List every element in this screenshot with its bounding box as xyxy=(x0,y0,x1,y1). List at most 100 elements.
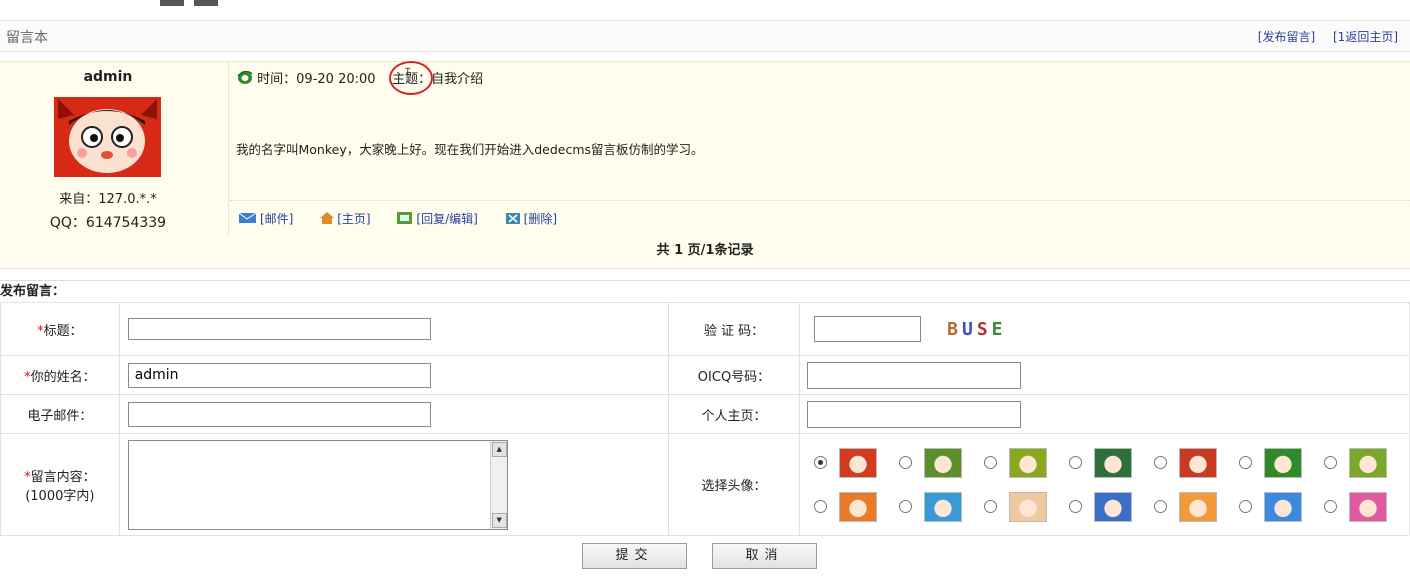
post-message-link[interactable]: [发布留言] xyxy=(1258,30,1315,44)
homepage-link[interactable]: [主页] xyxy=(337,212,370,226)
message-entry: admin 来自：127.0.*.* QQ：614754339 时间：09-20… xyxy=(0,61,1410,237)
message-meta: 时间：09-20 20:00 主题：自我介绍 Ɪ xyxy=(237,61,484,95)
avatar-radio[interactable] xyxy=(1068,500,1082,513)
window-edge-fragment xyxy=(160,0,222,7)
homepage-input[interactable] xyxy=(806,400,1021,428)
highlight-circle xyxy=(389,61,433,95)
avatar-option[interactable] xyxy=(983,447,1069,478)
name-input[interactable] xyxy=(127,362,431,388)
message-actions: [邮件] [主页] [回复/编辑] [删除] xyxy=(238,210,579,227)
avatar-thumbnail[interactable] xyxy=(838,491,877,522)
content-label-cell: *留言内容： (1000字内) xyxy=(0,433,120,536)
home-icon xyxy=(320,212,335,224)
avatar-thumbnail[interactable] xyxy=(1008,447,1047,478)
avatar-radio[interactable] xyxy=(813,456,827,469)
avatar-option[interactable] xyxy=(1238,491,1324,522)
message-body: 我的名字叫Monkey，大家晚上好。现在我们开始进入dedecms留言板仿制的学… xyxy=(236,142,704,157)
avatar-radio[interactable] xyxy=(1323,500,1337,513)
homepage-label: 个人主页： xyxy=(668,394,800,434)
delete-link[interactable]: [删除] xyxy=(524,212,557,226)
name-label: 你的姓名： xyxy=(30,369,96,385)
scroll-down-arrow-icon[interactable]: ▼ xyxy=(491,512,507,528)
avatar-option[interactable] xyxy=(1068,491,1154,522)
time-value: 09-20 20:00 xyxy=(296,72,376,87)
avatar-radio[interactable] xyxy=(813,500,827,513)
avatar-radio[interactable] xyxy=(1238,456,1252,469)
avatar-radio[interactable] xyxy=(983,500,997,513)
avatar-option[interactable] xyxy=(1238,447,1324,478)
avatar-radio[interactable] xyxy=(983,456,997,469)
form-buttons: 提交 取消 xyxy=(0,538,1410,574)
avatar-option[interactable] xyxy=(983,491,1069,522)
subject-value: 自我介绍 xyxy=(431,72,484,87)
avatar-thumbnail[interactable] xyxy=(1008,491,1047,522)
avatar-thumbnail[interactable] xyxy=(1263,447,1302,478)
email-label: 电子邮件： xyxy=(0,394,120,434)
mail-icon xyxy=(238,212,257,223)
author-from: 来自：127.0.*.* xyxy=(59,192,157,207)
scroll-up-arrow-icon[interactable]: ▲ xyxy=(491,441,507,457)
avatar-option[interactable] xyxy=(813,447,899,478)
submit-button[interactable]: 提交 xyxy=(582,543,687,569)
avatar-option[interactable] xyxy=(1068,447,1154,478)
back-home-link[interactable]: [1返回主页] xyxy=(1333,30,1398,44)
cancel-button[interactable]: 取消 xyxy=(712,543,817,569)
avatar-option[interactable] xyxy=(1323,491,1409,522)
avatar-option[interactable] xyxy=(898,491,984,522)
avatar-thumbnail[interactable] xyxy=(838,447,877,478)
captcha-label: 验 证 码： xyxy=(668,302,800,356)
avatar-thumbnail[interactable] xyxy=(923,447,962,478)
textarea-scrollbar[interactable]: ▲ ▼ xyxy=(489,440,507,529)
avatar-radio[interactable] xyxy=(898,500,912,513)
page-title: 留言本 xyxy=(6,30,48,46)
post-form-title: 发布留言： xyxy=(0,280,1410,303)
post-form: *标题： 验 证 码： BUSE *你的姓名： OICQ号码： 电子邮件： 个人… xyxy=(0,302,1410,536)
title-label: 标题： xyxy=(43,323,83,339)
avatar-option[interactable] xyxy=(813,491,899,522)
avatar-option[interactable] xyxy=(898,447,984,478)
title-input[interactable] xyxy=(127,318,431,340)
avatar-thumbnail[interactable] xyxy=(1348,491,1387,522)
title-label-cell: *标题： xyxy=(0,302,120,356)
avatar-radio[interactable] xyxy=(1068,456,1082,469)
avatar-thumbnail[interactable] xyxy=(1178,447,1217,478)
avatar-picker xyxy=(800,441,1409,529)
author-qq: QQ：614754339 xyxy=(49,215,167,231)
pagination-info: 共 1 页/1条记录 xyxy=(0,236,1410,269)
reply-edit-link[interactable]: [回复/编辑] xyxy=(416,212,477,226)
avatar-thumbnail[interactable] xyxy=(1093,491,1132,522)
oicq-input[interactable] xyxy=(806,361,1021,389)
avatar-radio[interactable] xyxy=(1153,500,1167,513)
divider xyxy=(230,200,1410,201)
avatar-row xyxy=(813,441,1409,485)
avatar-radio[interactable] xyxy=(1238,500,1252,513)
email-link[interactable]: [邮件] xyxy=(260,212,293,226)
oicq-label: OICQ号码： xyxy=(668,355,800,395)
content-label: 留言内容： xyxy=(30,469,96,485)
avatar-thumbnail[interactable] xyxy=(1093,447,1132,478)
avatar-label: 选择头像： xyxy=(668,433,800,536)
header-links: [发布留言] [1返回主页] xyxy=(1244,28,1398,45)
name-label-cell: *你的姓名： xyxy=(0,355,120,395)
author-name: admin xyxy=(83,69,133,85)
ie-icon xyxy=(237,71,253,84)
content-textarea[interactable]: ▲ ▼ xyxy=(127,439,508,530)
header-bar: 留言本 [发布留言] [1返回主页] xyxy=(0,20,1410,52)
author-panel: admin 来自：127.0.*.* QQ：614754339 xyxy=(0,62,229,236)
avatar-radio[interactable] xyxy=(898,456,912,469)
captcha-input[interactable] xyxy=(813,316,921,342)
avatar-radio[interactable] xyxy=(1153,456,1167,469)
avatar-thumbnail[interactable] xyxy=(1178,491,1217,522)
avatar-radio[interactable] xyxy=(1323,456,1337,469)
email-input[interactable] xyxy=(127,401,431,427)
avatar-thumbnail[interactable] xyxy=(1348,447,1387,478)
avatar-thumbnail[interactable] xyxy=(1263,491,1302,522)
avatar-thumbnail[interactable] xyxy=(923,491,962,522)
text-cursor-icon: Ɪ xyxy=(405,67,411,78)
content-hint: (1000字内) xyxy=(25,488,95,504)
captcha-image[interactable]: BUSE xyxy=(947,319,1006,340)
avatar-option[interactable] xyxy=(1153,491,1239,522)
avatar-option[interactable] xyxy=(1323,447,1409,478)
delete-icon xyxy=(505,213,520,224)
avatar-option[interactable] xyxy=(1153,447,1239,478)
